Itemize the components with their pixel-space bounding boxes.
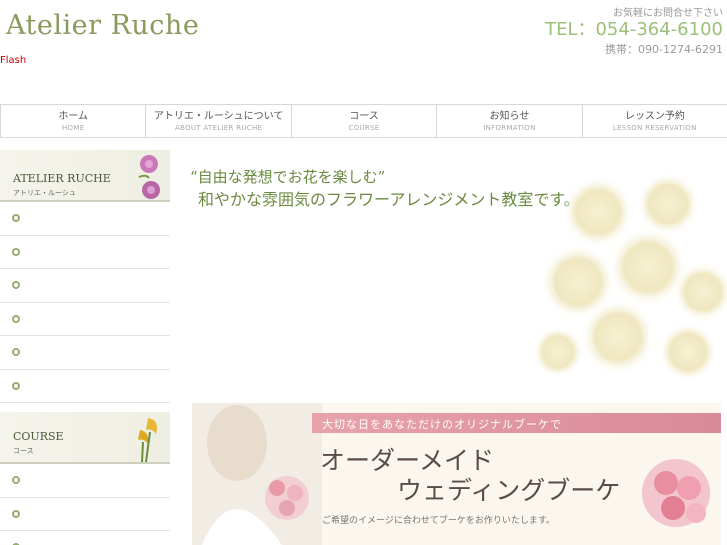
nav-course[interactable]: コース COURSE <box>290 105 436 137</box>
white-roses-image <box>532 172 727 382</box>
bullet-icon <box>12 281 20 290</box>
bullet-icon <box>12 509 20 518</box>
sidebar-atelier: ATELIER RUCHE アトリエ・ルーシュ <box>0 150 170 403</box>
sidebar-item[interactable] <box>0 303 170 336</box>
sidebar-subtitle: コース <box>13 447 34 455</box>
calla-lily-icon <box>138 418 157 463</box>
bullet-icon <box>12 476 20 485</box>
banner-subtitle: ご希望のイメージに合わせてブーケをお作りいたします。 <box>322 516 555 526</box>
headline-line: “自由な発想でお花を楽しむ” <box>190 168 386 186</box>
nav-label: お知らせ <box>489 111 530 122</box>
sidebar-item[interactable] <box>0 498 170 531</box>
sidebar-item[interactable] <box>0 202 170 236</box>
contact-info: お気軽にお問合せ下さい TEL：054-364-6100 携帯：090-1274… <box>545 4 723 57</box>
phone-number: TEL：054-364-6100 <box>545 19 723 40</box>
sidebar-header: COURSE コース <box>0 412 170 464</box>
sidebar-header: ATELIER RUCHE アトリエ・ルーシュ <box>0 150 170 202</box>
nav-sublabel: HOME <box>61 124 85 132</box>
bullet-icon <box>12 348 20 357</box>
sidebar-title: COURSE <box>13 430 64 443</box>
sidebar-item[interactable] <box>0 236 170 269</box>
contact-note: お気軽にお問合せ下さい <box>613 8 723 19</box>
bride-image <box>192 403 322 545</box>
mobile-number: 携帯：090-1274-6291 <box>605 43 723 56</box>
banner-title: ウェディングブーケ <box>397 476 621 505</box>
global-nav: ホーム HOME アトリエ・ルーシュについて ABOUT ATELIER RUC… <box>0 104 727 138</box>
sidebar-item[interactable] <box>0 464 170 498</box>
sidebar-course: COURSE コース <box>0 412 170 545</box>
bullet-icon <box>12 214 20 223</box>
nav-label: アトリエ・ルーシュについて <box>153 111 284 122</box>
nav-sublabel: ABOUT ATELIER RUCHE <box>174 124 263 132</box>
nav-about[interactable]: アトリエ・ルーシュについて ABOUT ATELIER RUCHE <box>145 105 290 137</box>
bullet-icon <box>12 247 20 256</box>
site-logo[interactable]: Atelier Ruche <box>6 10 199 41</box>
nav-sublabel: COURSE <box>348 124 380 132</box>
sidebar-item[interactable] <box>0 336 170 370</box>
nav-label: ホーム <box>58 111 89 122</box>
flower-icon <box>138 155 160 199</box>
nav-sublabel: INFORMATION <box>483 124 536 132</box>
sidebar-item[interactable] <box>0 370 170 403</box>
flash-notice-line: Flash <box>0 55 27 66</box>
nav-sublabel: LESSON RESERVATION <box>612 124 697 132</box>
nav-information[interactable]: お知らせ INFORMATION <box>436 105 581 137</box>
nav-label: コース <box>349 111 379 122</box>
sidebar-subtitle: アトリエ・ルーシュ <box>13 189 76 197</box>
nav-home[interactable]: ホーム HOME <box>0 105 145 137</box>
nav-label: レッスン予約 <box>624 111 685 122</box>
bullet-icon <box>12 381 20 390</box>
sidebar-title: ATELIER RUCHE <box>13 172 111 185</box>
sidebar-item[interactable] <box>0 531 170 545</box>
page-headline: “自由な発想でお花を楽しむ” 和やかな雰囲気のフラワーアレンジメント教室です。 <box>190 166 580 212</box>
wedding-bouquet-banner[interactable]: 大切な日をあなただけのオリジナルブーケで オーダーメイド ウェディングブーケ ご… <box>192 403 721 545</box>
sidebar-item[interactable] <box>0 269 170 303</box>
bullet-icon <box>12 314 20 323</box>
pink-bouquet-image <box>642 459 710 527</box>
banner-tagline: 大切な日をあなただけのオリジナルブーケで <box>322 418 562 431</box>
nav-lesson-reservation[interactable]: レッスン予約 LESSON RESERVATION <box>581 105 727 137</box>
flash-notice: Flash <box>0 52 26 69</box>
headline-line: 和やかな雰囲気のフラワーアレンジメント教室です。 <box>198 190 580 209</box>
